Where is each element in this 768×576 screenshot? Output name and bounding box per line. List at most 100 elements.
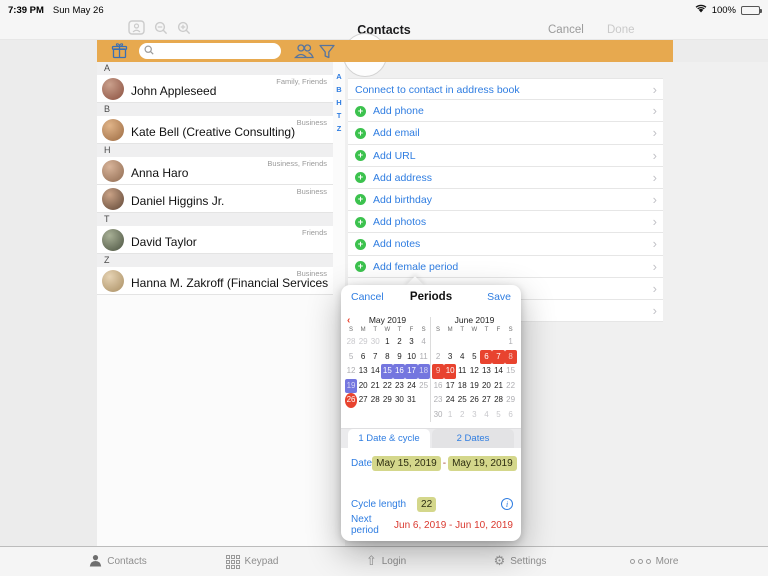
calendar-day[interactable]: 24 bbox=[405, 379, 417, 394]
calendar-day[interactable]: 2 bbox=[393, 335, 405, 350]
calendar-day[interactable]: 3 bbox=[405, 335, 417, 350]
calendar-day[interactable]: 28 bbox=[369, 393, 381, 408]
calendar-day[interactable]: 19 bbox=[468, 379, 480, 394]
calendar-day[interactable]: 18 bbox=[456, 379, 468, 394]
calendar-day[interactable]: 12 bbox=[468, 364, 480, 379]
tab-more[interactable]: More bbox=[587, 547, 721, 576]
form-row[interactable]: + Add female period › bbox=[348, 255, 663, 278]
prev-month-icon[interactable]: ‹ bbox=[347, 315, 350, 326]
calendar-day[interactable]: 27 bbox=[357, 393, 369, 408]
calendar-day[interactable]: 17 bbox=[405, 364, 418, 379]
contact-row[interactable]: Anna Haro Business, Friends bbox=[97, 157, 333, 185]
calendar-day[interactable]: 3 bbox=[468, 408, 480, 423]
calendar-day[interactable]: 8 bbox=[504, 349, 517, 364]
done-button[interactable]: Done bbox=[607, 24, 635, 36]
calendar-day[interactable]: 6 bbox=[480, 349, 493, 364]
alphabet-index[interactable]: ABHTZ bbox=[333, 72, 345, 133]
calendar-day[interactable]: 24 bbox=[444, 393, 456, 408]
calendar-day[interactable]: 17 bbox=[444, 379, 456, 394]
calendar-day[interactable]: 4 bbox=[480, 408, 492, 423]
calendar-day[interactable]: 23 bbox=[393, 379, 405, 394]
index-letter[interactable]: H bbox=[336, 98, 341, 107]
calendar-day[interactable]: 5 bbox=[492, 408, 504, 423]
calendar-day[interactable]: 22 bbox=[505, 379, 517, 394]
calendar-day[interactable]: 19 bbox=[345, 378, 358, 393]
calendar-day[interactable]: 10 bbox=[444, 364, 457, 379]
calendar-day[interactable]: 6 bbox=[357, 350, 369, 365]
calendar-day[interactable]: 20 bbox=[480, 379, 492, 394]
calendar-day[interactable]: 28 bbox=[492, 393, 504, 408]
contact-row[interactable]: Daniel Higgins Jr. Business bbox=[97, 185, 333, 213]
date-from-value[interactable]: May 15, 2019 bbox=[372, 455, 441, 471]
contact-row[interactable]: David Taylor Friends bbox=[97, 226, 333, 254]
calendar-day[interactable]: 2 bbox=[456, 408, 468, 423]
calendar-day[interactable]: 7 bbox=[369, 350, 381, 365]
calendar-day[interactable]: 1 bbox=[505, 335, 517, 350]
calendar-day[interactable]: 9 bbox=[432, 364, 445, 379]
calendar-day[interactable]: 16 bbox=[393, 364, 406, 379]
tab-login[interactable]: ⇧ Login bbox=[319, 547, 453, 576]
calendar-day[interactable]: 7 bbox=[492, 349, 505, 364]
calendar-day[interactable]: 21 bbox=[369, 379, 381, 394]
calendar-day[interactable]: 18 bbox=[417, 364, 430, 379]
calendar-day[interactable]: 13 bbox=[480, 364, 492, 379]
calendar-day[interactable]: 30 bbox=[393, 393, 405, 408]
filter-icon[interactable] bbox=[319, 44, 335, 64]
calendar-day[interactable]: 12 bbox=[345, 364, 357, 379]
cancel-button[interactable]: Cancel bbox=[548, 24, 584, 36]
contact-row[interactable]: John Appleseed Family, Friends bbox=[97, 75, 333, 103]
groups-icon[interactable] bbox=[293, 43, 315, 64]
calendar-day[interactable]: 25 bbox=[456, 393, 468, 408]
form-row[interactable]: + Add notes › bbox=[348, 233, 663, 256]
tab-two-dates[interactable]: 2 Dates bbox=[432, 429, 514, 448]
calendar-day[interactable]: 6 bbox=[505, 408, 517, 423]
calendar-day[interactable]: 13 bbox=[357, 364, 369, 379]
date-to-value[interactable]: May 19, 2019 bbox=[448, 455, 517, 471]
calendar-day[interactable]: 25 bbox=[418, 379, 430, 394]
calendar-day[interactable]: 9 bbox=[393, 350, 405, 365]
calendar-day[interactable]: 14 bbox=[492, 364, 504, 379]
calendar-day[interactable]: 30 bbox=[369, 335, 381, 350]
contact-row[interactable]: Kate Bell (Creative Consulting) Business bbox=[97, 116, 333, 144]
calendar-day[interactable]: 8 bbox=[381, 350, 393, 365]
periods-save-button[interactable]: Save bbox=[487, 291, 511, 303]
calendar-day[interactable]: 5 bbox=[468, 350, 480, 365]
calendar-day[interactable]: 3 bbox=[444, 350, 456, 365]
calendar-day[interactable]: 21 bbox=[492, 379, 504, 394]
info-icon[interactable]: i bbox=[501, 498, 513, 510]
calendar-day[interactable]: 11 bbox=[418, 350, 430, 365]
calendar-day[interactable]: 31 bbox=[405, 393, 417, 408]
calendar-day[interactable]: 29 bbox=[505, 393, 517, 408]
tab-settings[interactable]: ⚙ Settings bbox=[453, 547, 587, 576]
calendar-day[interactable]: 10 bbox=[405, 350, 417, 365]
calendar-day[interactable]: 29 bbox=[357, 335, 369, 350]
calendar-day[interactable]: 14 bbox=[369, 364, 381, 379]
form-row[interactable]: Connect to contact in address book › bbox=[348, 78, 663, 101]
contact-row[interactable]: Hanna M. Zakroff (Financial Services I..… bbox=[97, 267, 333, 295]
calendar-day[interactable]: 30 bbox=[432, 408, 444, 423]
calendar-day[interactable]: 16 bbox=[432, 379, 444, 394]
calendar-day[interactable]: 11 bbox=[456, 364, 468, 379]
cycle-length-value[interactable]: 22 bbox=[417, 496, 437, 512]
calendar-day[interactable]: 28 bbox=[345, 335, 357, 350]
calendar-day[interactable]: 15 bbox=[505, 364, 517, 379]
calendar-day[interactable]: 26 bbox=[468, 393, 480, 408]
form-row[interactable]: + Add photos › bbox=[348, 211, 663, 234]
tab-contacts[interactable]: Contacts bbox=[51, 547, 185, 576]
gift-icon[interactable] bbox=[111, 43, 128, 64]
index-letter[interactable]: Z bbox=[337, 124, 342, 133]
index-letter[interactable]: A bbox=[336, 72, 341, 81]
calendar-day[interactable]: 22 bbox=[381, 379, 393, 394]
calendar-day[interactable]: 5 bbox=[345, 350, 357, 365]
tab-keypad[interactable]: Keypad bbox=[185, 547, 319, 576]
calendar-day[interactable]: 1 bbox=[381, 335, 393, 350]
calendar-day[interactable]: 2 bbox=[432, 350, 444, 365]
calendar-day[interactable]: 29 bbox=[381, 393, 393, 408]
search-bar[interactable] bbox=[139, 43, 281, 59]
form-row[interactable]: + Add birthday › bbox=[348, 188, 663, 212]
tab-date-and-cycle[interactable]: 1 Date & cycle bbox=[348, 429, 430, 448]
form-row[interactable]: + Add address › bbox=[348, 166, 663, 189]
search-input[interactable] bbox=[154, 45, 264, 57]
index-letter[interactable]: T bbox=[337, 111, 342, 120]
calendar-day[interactable]: 4 bbox=[456, 350, 468, 365]
